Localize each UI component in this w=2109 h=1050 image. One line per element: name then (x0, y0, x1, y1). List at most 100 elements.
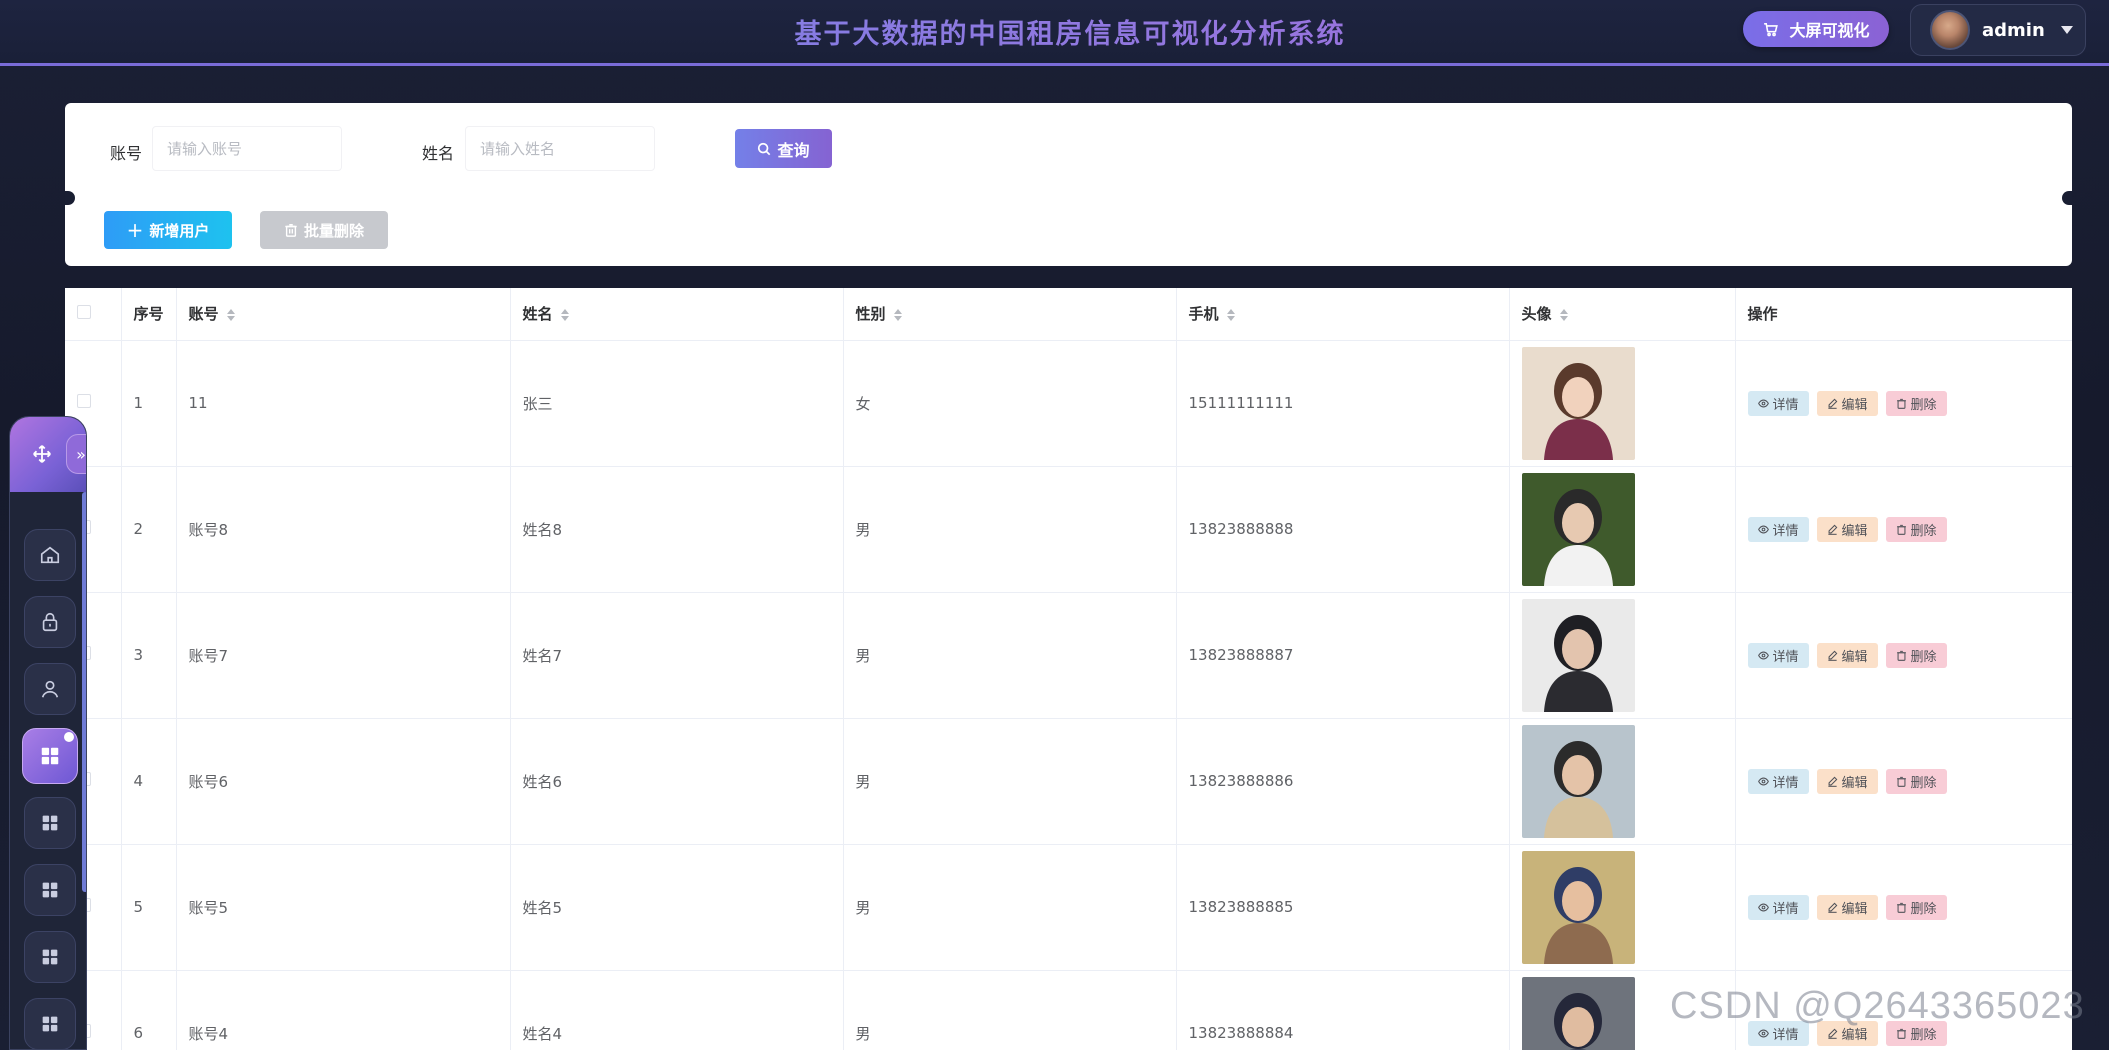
move-icon[interactable] (31, 443, 53, 465)
name-input[interactable] (465, 126, 655, 171)
sort-icon[interactable] (560, 308, 570, 321)
grid-icon (42, 815, 58, 831)
delete-button[interactable]: 删除 (1885, 516, 1947, 542)
edit-label: 编辑 (1841, 649, 1868, 665)
detail-label: 详情 (1772, 901, 1799, 917)
detail-button[interactable]: 详情 (1747, 516, 1809, 542)
column-header-sortable[interactable]: 账号 (176, 288, 511, 341)
select-all-checkbox[interactable] (77, 304, 91, 319)
eye-icon (1757, 399, 1769, 407)
edit-label: 编辑 (1841, 775, 1868, 791)
cell-gender: 男 (843, 592, 1177, 719)
sort-icon[interactable] (893, 308, 903, 321)
eye-icon (1757, 777, 1769, 785)
grid-icon (41, 747, 59, 765)
delete-label: 删除 (1910, 523, 1937, 539)
cell-name: 姓名4 (510, 970, 844, 1050)
column-header-label: 手机 (1188, 305, 1219, 324)
delete-button[interactable]: 删除 (1885, 642, 1947, 668)
cell-gender: 男 (843, 466, 1177, 593)
delete-label: 删除 (1910, 775, 1937, 791)
edit-button[interactable]: 编辑 (1816, 390, 1878, 416)
panel-notch (65, 191, 75, 205)
edit-button[interactable]: 编辑 (1816, 894, 1878, 920)
column-header-label: 头像 (1521, 305, 1552, 324)
row-checkbox[interactable] (77, 394, 91, 408)
sidebar-scrollbar[interactable] (82, 492, 86, 892)
cell-account: 账号4 (176, 970, 511, 1050)
sort-icon[interactable] (1226, 308, 1236, 321)
collapse-sidebar-button[interactable]: » (66, 434, 86, 474)
delete-button[interactable]: 删除 (1885, 894, 1947, 920)
cell-account: 账号7 (176, 592, 511, 719)
cell-actions: 详情 编辑 删除 (1735, 844, 2072, 971)
account-label: 账号 (110, 144, 143, 163)
edit-button[interactable]: 编辑 (1816, 768, 1878, 794)
cell-actions: 详情 编辑 删除 (1735, 340, 2072, 467)
eye-icon (1757, 903, 1769, 911)
grid-icon (42, 949, 58, 965)
cell-avatar (1509, 466, 1736, 593)
column-header-sortable[interactable]: 性别 (843, 288, 1177, 341)
floating-sidebar: » (9, 416, 87, 1050)
cell-index: 3 (121, 592, 177, 719)
avatar-photo[interactable] (1521, 724, 1635, 838)
cell-phone: 13823888887 (1176, 592, 1510, 719)
sidebar-item-menu[interactable] (24, 864, 76, 916)
detail-label: 详情 (1772, 649, 1799, 665)
cell-avatar (1509, 844, 1736, 971)
edit-label: 编辑 (1841, 901, 1868, 917)
avatar-photo[interactable] (1521, 346, 1635, 460)
detail-button[interactable]: 详情 (1747, 768, 1809, 794)
sidebar-header: » (10, 417, 86, 492)
edit-button[interactable]: 编辑 (1816, 642, 1878, 668)
user-table: 序号 账号 姓名 性别 手机 头像 操作 1 11 张三女 15111111111 详情… (65, 288, 2072, 1050)
delete-button[interactable]: 删除 (1885, 768, 1947, 794)
sidebar-item-menu[interactable] (24, 998, 76, 1049)
sort-icon[interactable] (1559, 308, 1569, 321)
sidebar-item-password[interactable] (24, 596, 76, 648)
eye-icon (1757, 525, 1769, 533)
home-icon (40, 546, 60, 564)
delete-label: 删除 (1910, 901, 1937, 917)
active-dot (64, 732, 74, 742)
avatar-photo[interactable] (1521, 598, 1635, 712)
cell-actions: 详情 编辑 删除 (1735, 466, 2072, 593)
column-header-sortable[interactable]: 姓名 (510, 288, 844, 341)
account-input[interactable] (152, 126, 342, 171)
column-header-sortable[interactable]: 头像 (1509, 288, 1736, 341)
sidebar-item-user-management[interactable] (22, 728, 78, 784)
table-row: 5 账号5 姓名5 男 13823888885 详情 编辑 删除 (65, 844, 2072, 971)
table-header-row: 序号 账号 姓名 性别 手机 头像 操作 (65, 288, 2072, 341)
detail-label: 详情 (1772, 523, 1799, 539)
query-button[interactable]: 查询 (735, 129, 832, 168)
cell-index: 5 (121, 844, 177, 971)
detail-button[interactable]: 详情 (1747, 642, 1809, 668)
cell-name: 姓名5 (510, 844, 844, 971)
edit-icon (1827, 776, 1837, 787)
cell-gender: 男 (843, 718, 1177, 845)
avatar-photo[interactable] (1521, 472, 1635, 586)
edit-button[interactable]: 编辑 (1816, 516, 1878, 542)
add-user-label: 新增用户 (149, 221, 210, 240)
detail-button[interactable]: 详情 (1747, 894, 1809, 920)
avatar-photo[interactable] (1521, 850, 1635, 964)
batch-delete-button[interactable]: 批量删除 (260, 211, 388, 249)
add-user-button[interactable]: + 新增用户 (104, 211, 232, 249)
column-header-sortable[interactable]: 手机 (1176, 288, 1510, 341)
sidebar-item-menu[interactable] (24, 931, 76, 983)
search-panel: 账号 姓名 查询 + 新增用户 批量删除 (65, 103, 2072, 266)
user-menu[interactable]: admin (1910, 4, 2086, 56)
delete-button[interactable]: 删除 (1885, 390, 1947, 416)
chevron-down-icon (2060, 26, 2073, 34)
edit-icon (1827, 398, 1837, 409)
sidebar-item-home[interactable] (24, 529, 76, 581)
bigscreen-button[interactable]: 大屏可视化 (1743, 11, 1889, 47)
sort-icon[interactable] (226, 308, 236, 321)
avatar-photo[interactable] (1521, 976, 1635, 1050)
edit-icon (1827, 524, 1837, 535)
user-icon (41, 680, 59, 698)
detail-button[interactable]: 详情 (1747, 390, 1809, 416)
sidebar-item-menu[interactable] (24, 797, 76, 849)
sidebar-item-profile[interactable] (24, 663, 76, 715)
